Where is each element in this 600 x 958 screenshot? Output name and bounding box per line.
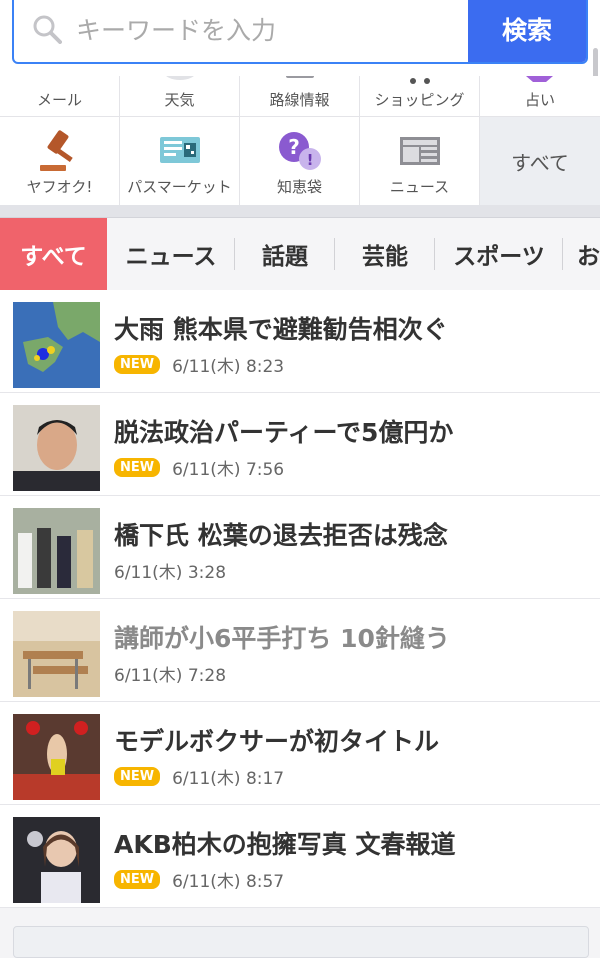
search-box[interactable]: 検索 [12,0,588,64]
news-title: 橋下氏 松葉の退去拒否は残念 [114,521,448,550]
cart-icon [409,78,430,84]
svg-text:!: ! [306,151,313,169]
news-time: 6/11(木) 3:28 [114,563,227,583]
news-item[interactable]: モデルボクサーが初タイトル NEW 6/11(木) 8:17 [0,702,600,805]
service-label: 路線情報 [269,91,330,109]
service-label: パスマーケット [127,178,232,196]
service-weather[interactable]: 天気 [120,76,240,116]
tab-label: ニュース [125,244,217,270]
news-title: 大雨 熊本県で避難勧告相次ぐ [114,315,448,344]
service-label: ヤフオク! [26,178,93,196]
news-meta: NEW 6/11(木) 8:17 [114,764,284,789]
news-title: 脱法政治パーティーで5億円か [114,418,454,447]
train-icon [285,76,314,78]
service-auction[interactable]: ヤフオク! [0,117,120,205]
news-item[interactable]: 大雨 熊本県で避難勧告相次ぐ NEW 6/11(木) 8:23 [0,290,600,393]
service-all[interactable]: すべて [480,117,600,205]
ticket-icon [159,137,200,163]
news-meta: 6/11(木) 3:28 [114,558,226,583]
weather-map-thumbnail [13,302,100,388]
search-button[interactable]: 検索 [468,0,586,62]
question-bubble-icon: ? ! [278,132,321,170]
svg-text:?: ? [288,135,300,159]
news-time: 6/11(木) 8:57 [172,872,285,892]
news-meta: NEW 6/11(木) 8:57 [114,867,284,892]
new-badge: NEW [114,355,161,374]
section-divider [0,205,600,218]
cloud-icon [165,76,194,80]
tab-label: すべて [20,244,87,270]
news-meta: 6/11(木) 7:28 [114,661,226,686]
search-icon [33,15,62,44]
tab-news[interactable]: ニュース [107,218,235,290]
crowd-thumbnail [13,508,100,594]
tab-label: スポーツ [453,244,545,270]
service-fortune[interactable]: 占い [480,76,600,116]
service-label: メール [36,91,82,109]
news-time: 6/11(木) 8:23 [172,357,285,377]
search-bar: 検索 [0,0,600,76]
service-passmarket[interactable]: パスマーケット [120,117,240,205]
tab-sports[interactable]: スポーツ [435,218,563,290]
news-meta: NEW 6/11(木) 7:56 [114,455,284,480]
news-item[interactable]: 講師が小6平手打ち 10針縫う 6/11(木) 7:28 [0,599,600,702]
service-news[interactable]: ニュース [360,117,480,205]
service-chiebukuro[interactable]: ? ! 知恵袋 [240,117,360,205]
news-title: 講師が小6平手打ち 10針縫う [114,624,450,653]
news-meta: NEW 6/11(木) 8:23 [114,352,284,377]
new-badge: NEW [114,870,161,889]
service-mail[interactable]: メール [0,76,120,116]
tab-topics[interactable]: 話題 [235,218,335,290]
gavel-icon [39,130,73,171]
tab-more[interactable]: お [563,218,600,290]
news-time: 6/11(木) 7:56 [172,460,285,480]
tab-label: 話題 [262,244,308,270]
service-shopping[interactable]: ショッピング [360,76,480,116]
idol-thumbnail [13,817,100,903]
category-tabs: すべて ニュース 話題 芸能 スポーツ お [0,218,600,291]
newspaper-icon [399,137,440,165]
tab-entertainment[interactable]: 芸能 [335,218,435,290]
news-item[interactable]: 脱法政治パーティーで5億円か NEW 6/11(木) 7:56 [0,393,600,496]
service-label: 占い [524,91,555,109]
service-all-label: すべて [511,151,569,175]
tab-all[interactable]: すべて [0,218,107,290]
news-title: モデルボクサーが初タイトル [114,727,440,756]
service-label: 知恵袋 [276,178,322,196]
news-time: 6/11(木) 8:17 [172,769,285,789]
star-icon [526,76,553,82]
tab-label: お [577,244,600,270]
new-badge: NEW [114,767,161,786]
new-badge: NEW [114,458,161,477]
news-title: AKB柏木の抱擁写真 文春報道 [114,830,456,859]
service-label: 天気 [164,91,195,109]
search-input[interactable] [74,4,468,56]
service-grid: メール 天気 路線情報 ショッピング 占い ヤフオク! パスマーケット ? ! … [0,76,600,206]
tab-label: 芸能 [362,244,408,270]
news-time: 6/11(木) 7:28 [114,666,227,686]
service-label: ショッピング [374,91,465,109]
portrait-thumbnail [13,405,100,491]
news-item[interactable]: 橋下氏 松葉の退去拒否は残念 6/11(木) 3:28 [0,496,600,599]
more-button[interactable] [13,926,589,958]
service-label: ニュース [389,178,450,196]
news-item[interactable]: AKB柏木の抱擁写真 文春報道 NEW 6/11(木) 8:57 [0,805,600,908]
boxer-thumbnail [13,714,100,800]
classroom-thumbnail [13,611,100,697]
news-list: 大雨 熊本県で避難勧告相次ぐ NEW 6/11(木) 8:23 脱法政治パーティ… [0,290,600,908]
service-transit[interactable]: 路線情報 [240,76,360,116]
